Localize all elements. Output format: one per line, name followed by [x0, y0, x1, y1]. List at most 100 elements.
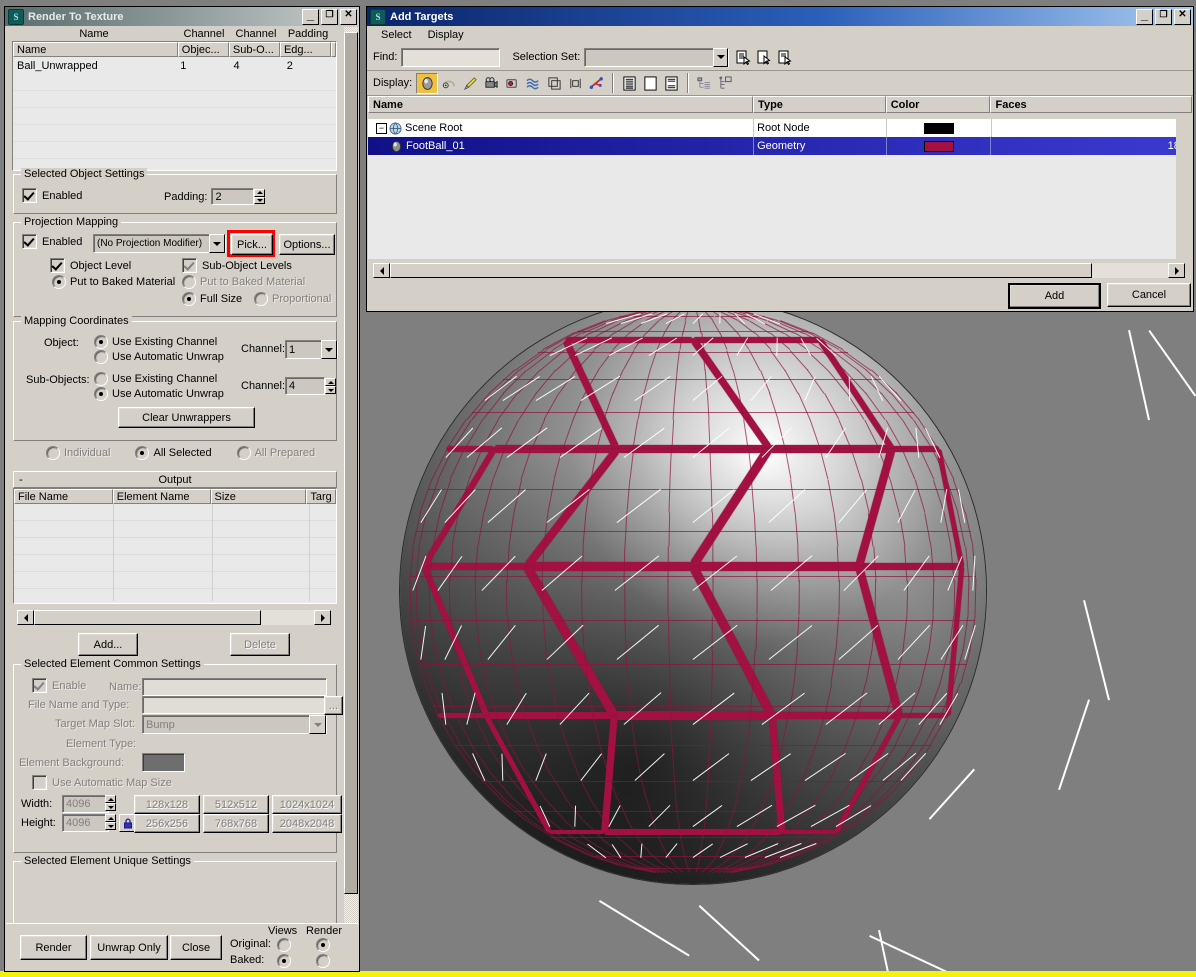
none-icon[interactable] [640, 74, 660, 93]
football-3d-object[interactable] [400, 298, 986, 884]
object-put-to-baked-row[interactable]: Put to Baked Material [52, 275, 175, 289]
element-enable-checkbox[interactable] [32, 678, 47, 693]
preset-768[interactable]: 768x768 [203, 814, 269, 833]
xrefs-icon[interactable] [565, 74, 585, 93]
sub-object-levels-row[interactable]: Sub-Object Levels [182, 258, 292, 273]
column-name[interactable]: Name [368, 96, 754, 113]
objects-table[interactable]: Name Objec... Sub-O... Edg... Ball_Unwra… [12, 41, 337, 171]
column-color[interactable]: Color [885, 96, 991, 113]
column-object-channel[interactable]: Objec... [177, 42, 229, 57]
column-edge-padding[interactable]: Edg... [279, 42, 332, 57]
maximize-icon[interactable]: ❐ [321, 8, 338, 25]
object-level-checkbox[interactable] [50, 258, 65, 273]
target-map-slot-combo[interactable]: Bump [142, 715, 327, 734]
helpers-icon[interactable] [502, 74, 522, 93]
pick-button[interactable]: Pick... [231, 234, 273, 255]
column-size[interactable]: Size [210, 489, 307, 504]
object-use-existing-radio[interactable] [94, 335, 108, 349]
scroll-track[interactable] [390, 263, 1168, 278]
chevron-down-icon[interactable] [309, 715, 326, 734]
all-selected-radio[interactable] [135, 446, 150, 460]
sub-put-to-baked-radio[interactable] [182, 275, 196, 289]
scroll-track[interactable] [34, 610, 314, 625]
scroll-right-button[interactable] [314, 610, 331, 625]
cancel-button[interactable]: Cancel [1107, 283, 1191, 307]
maximize-icon[interactable]: ❐ [1155, 8, 1172, 25]
add-element-button[interactable]: Add... [78, 633, 138, 656]
stepper-down[interactable] [105, 822, 116, 830]
column-faces[interactable]: Faces [990, 96, 1192, 113]
find-toolbar[interactable]: Find: Selection Set: [367, 44, 1193, 71]
scroll-thumb[interactable] [344, 32, 358, 894]
use-automatic-map-size-checkbox[interactable] [32, 775, 47, 790]
baked-views-radio[interactable] [277, 954, 291, 968]
padding-stepper[interactable] [254, 189, 266, 204]
selected-object-enabled-checkbox[interactable] [22, 188, 37, 203]
space-warps-icon[interactable] [523, 74, 543, 93]
scroll-thumb[interactable] [390, 263, 1092, 278]
add-targets-menubar[interactable]: Select Display [367, 26, 1193, 44]
tree-name-cell[interactable]: FootBall_01 [368, 137, 753, 155]
tree-color-cell[interactable] [885, 137, 991, 155]
geometry-icon[interactable] [416, 72, 439, 94]
chevron-down-icon[interactable] [321, 340, 337, 359]
tree-horizontal-scrollbar[interactable] [373, 263, 1185, 278]
object-use-existing-row[interactable]: Use Existing Channel [94, 335, 217, 349]
stepper-up[interactable] [254, 189, 266, 197]
delete-element-button[interactable]: Delete [230, 633, 290, 656]
tree-color-cell[interactable] [885, 119, 991, 137]
object-level-row[interactable]: Object Level [50, 258, 131, 273]
display-influences-icon[interactable] [715, 74, 735, 93]
width-stepper[interactable] [105, 795, 116, 811]
chevron-down-icon[interactable] [209, 234, 225, 253]
original-render-radio[interactable] [316, 938, 330, 952]
display-toolbar[interactable]: Display: [367, 71, 1193, 96]
height-input[interactable]: 4096 [62, 814, 109, 832]
stepper-up[interactable] [105, 795, 116, 803]
height-stepper[interactable] [105, 814, 116, 830]
projection-enabled-checkbox[interactable] [22, 234, 37, 249]
column-subobject-channel[interactable]: Sub-O... [228, 42, 280, 57]
menu-select[interactable]: Select [373, 28, 420, 42]
individual-radio[interactable] [46, 446, 60, 460]
preset-256[interactable]: 256x256 [134, 814, 200, 833]
scope-row[interactable]: Individual All Selected All Prepared [46, 446, 315, 460]
scroll-right-button[interactable] [1168, 263, 1185, 278]
menu-display[interactable]: Display [420, 28, 472, 42]
use-automatic-map-size-row[interactable]: Use Automatic Map Size [32, 775, 172, 790]
stepper-down[interactable] [254, 196, 266, 204]
column-target[interactable]: Targ [306, 489, 336, 504]
stepper-down[interactable] [325, 386, 336, 394]
object-use-automatic-row[interactable]: Use Automatic Unwrap [94, 350, 224, 364]
cameras-icon[interactable] [481, 74, 501, 93]
browse-file-button[interactable]: ... [324, 696, 343, 715]
column-element-name[interactable]: Element Name [112, 489, 211, 504]
padding-row[interactable]: Padding: 2 [164, 188, 266, 205]
stepper-up[interactable] [325, 378, 336, 386]
color-swatch[interactable] [923, 140, 954, 152]
render-to-texture-dialog[interactable]: S Render To Texture _ ❐ ✕ Name Channel C… [4, 6, 360, 972]
original-views-radio[interactable] [277, 938, 291, 952]
sub-object-levels-checkbox[interactable] [182, 258, 197, 273]
display-subtree-icon[interactable] [694, 74, 714, 93]
minimize-icon[interactable]: _ [302, 8, 319, 25]
add-targets-dialog[interactable]: S Add Targets _ ❐ ✕ Select Display Find:… [366, 6, 1194, 312]
lights-icon[interactable] [460, 74, 480, 93]
close-button[interactable]: Close [170, 935, 222, 960]
edit-named-selection-sets-icon[interactable] [733, 48, 753, 67]
column-file-name[interactable]: File Name [14, 489, 113, 504]
stepper-down[interactable] [105, 803, 116, 811]
selection-set-combo[interactable] [584, 47, 730, 67]
add-targets-titlebar[interactable]: S Add Targets _ ❐ ✕ [367, 7, 1193, 26]
sub-use-automatic-row[interactable]: Use Automatic Unwrap [94, 387, 224, 401]
options-button[interactable]: Options... [279, 234, 335, 255]
sub-channel-input[interactable]: 4 [285, 377, 325, 395]
output-rollout-header[interactable]: - Output [13, 471, 337, 488]
element-enable-row[interactable]: Enable [32, 678, 86, 693]
scroll-left-button[interactable] [17, 610, 34, 625]
copy-selection-set-icon[interactable] [775, 48, 795, 67]
output-table[interactable]: File Name Element Name Size Targ [13, 488, 337, 604]
expander-toggle[interactable]: − [376, 122, 387, 134]
enabled-row[interactable]: Enabled [22, 188, 82, 203]
sub-channel-field-row[interactable]: 4 [285, 377, 336, 395]
